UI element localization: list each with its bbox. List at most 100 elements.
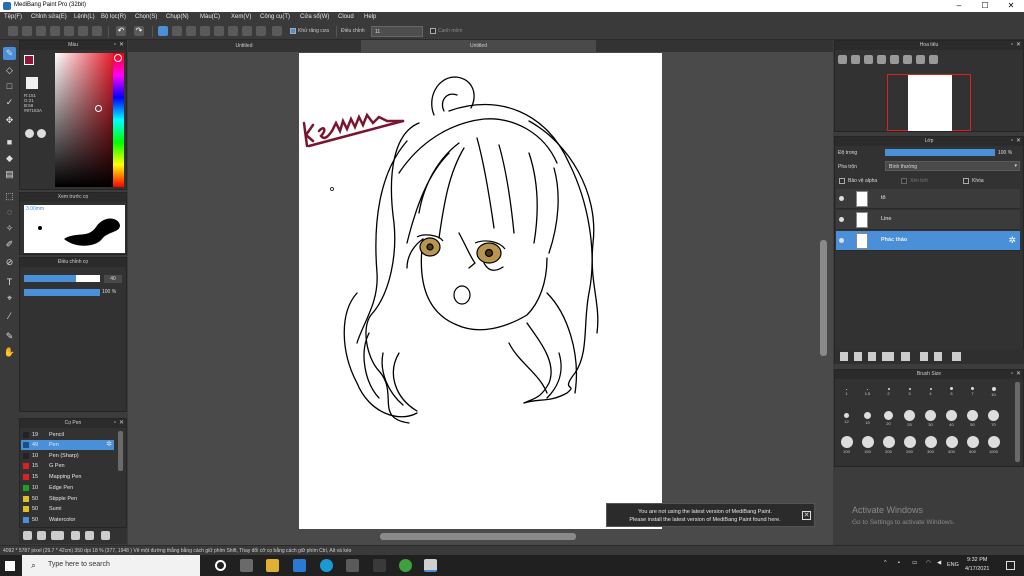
menu-filter[interactable]: Bộ lọc(R)	[101, 14, 126, 20]
float-icon[interactable]: ▫	[1011, 138, 1013, 145]
brush-size-option[interactable]: 1000	[984, 436, 1003, 454]
edge-icon[interactable]	[320, 559, 333, 572]
volume-icon[interactable]: ◀	[937, 560, 941, 566]
menu-help[interactable]: Help	[364, 14, 376, 20]
foreground-color-swatch[interactable]	[24, 55, 34, 65]
brush-size-option[interactable]: 20	[879, 410, 898, 426]
eyedropper-icon[interactable]: ⁄	[3, 310, 16, 323]
brush-size-option[interactable]: 400	[942, 436, 961, 454]
blend-mode-select[interactable]: Bình thường ▾	[885, 161, 1020, 171]
brush-size-option[interactable]: 1.5	[858, 383, 877, 396]
brush-item[interactable]: 50 Stipple Pen	[21, 494, 114, 504]
brush-add-dropdown-icon[interactable]	[51, 531, 64, 540]
menu-color[interactable]: Màu(C)	[200, 14, 220, 20]
check-tool-icon[interactable]: ✓	[3, 96, 16, 109]
gradient-tool-icon[interactable]: ▤	[3, 168, 16, 181]
horizontal-scrollbar[interactable]	[380, 533, 576, 540]
brush-size-option[interactable]: 1	[837, 383, 856, 396]
menu-edit[interactable]: Chỉnh sửa(E)	[31, 14, 67, 20]
menu-tools[interactable]: Công cụ(T)	[260, 14, 290, 20]
add-layer-dropdown-icon[interactable]	[882, 352, 894, 361]
chrome-icon[interactable]	[399, 559, 412, 572]
brush-size-option[interactable]: 4	[921, 383, 940, 396]
eyedropper-2-icon[interactable]: ✎	[3, 330, 16, 343]
close-panel-icon[interactable]: ✕	[1016, 371, 1021, 378]
brush-size-option[interactable]: 300	[921, 436, 940, 454]
file-explorer-icon[interactable]	[266, 559, 279, 572]
open-file-icon[interactable]	[22, 26, 32, 36]
move-tool-icon[interactable]: ✥	[3, 114, 16, 127]
fit-icon[interactable]	[864, 55, 873, 64]
brush-size-option[interactable]: 12	[837, 410, 856, 424]
close-panel-icon[interactable]: ✕	[119, 420, 124, 427]
close-panel-icon[interactable]: ✕	[1016, 138, 1021, 145]
protect-alpha-checkbox[interactable]	[839, 178, 845, 184]
clock-date[interactable]: 4/17/2021	[965, 566, 989, 572]
shape-tool-icon[interactable]: □	[3, 80, 16, 93]
hue-slider-cursor[interactable]	[114, 54, 122, 62]
update-notification[interactable]: You are not using the latest version of …	[606, 503, 815, 527]
maximize-button[interactable]: ☐	[972, 0, 998, 12]
layer-row[interactable]: Line	[836, 210, 1020, 230]
mail-icon[interactable]	[293, 559, 306, 572]
brush-size-option[interactable]: 25	[900, 410, 919, 427]
brush-item[interactable]: 50 Sumi	[21, 504, 114, 514]
save-icon[interactable]	[50, 26, 60, 36]
lasso-tool-icon[interactable]: ◌	[3, 206, 16, 219]
lock-checkbox[interactable]	[963, 178, 969, 184]
brush-size-option[interactable]: 150	[858, 436, 877, 454]
correction-select[interactable]: 11	[371, 26, 423, 37]
eye-icon[interactable]	[839, 217, 844, 222]
brush-size-option[interactable]: 200	[879, 436, 898, 454]
layer-row-selected[interactable]: Phác thảo ✲	[836, 231, 1020, 251]
snap-parallel-icon[interactable]	[172, 26, 182, 36]
magic-wand-icon[interactable]: ✧	[3, 222, 16, 235]
brush-settings-gear-icon[interactable]: ✲	[106, 440, 112, 448]
network-icon[interactable]: ◠	[926, 560, 931, 566]
notification-line-2[interactable]: Please install the latest version of Med…	[607, 517, 803, 523]
brush-size-value[interactable]: 40	[104, 275, 122, 283]
divide-tool-icon[interactable]: ⊘	[3, 256, 16, 269]
transparent-swatch[interactable]	[26, 77, 38, 89]
hue-slider[interactable]	[113, 53, 124, 187]
brush-copy-icon[interactable]	[85, 531, 94, 540]
undo-icon[interactable]: ↶	[116, 26, 126, 36]
antialias-checkbox[interactable]	[290, 28, 296, 34]
snap-soft-checkbox[interactable]	[430, 28, 436, 34]
snap-extra-icon[interactable]	[272, 26, 282, 36]
brush-item[interactable]: 10 Pen (Sharp)	[21, 451, 114, 461]
snap-radial-icon[interactable]	[214, 26, 224, 36]
minimize-button[interactable]: –	[946, 0, 972, 12]
new-file-icon[interactable]	[8, 26, 18, 36]
bucket-tool-icon[interactable]: ◆	[3, 152, 16, 165]
hand-tool-icon[interactable]: ✋	[3, 346, 16, 359]
cloud-icon[interactable]	[36, 26, 46, 36]
menu-window[interactable]: Cửa sổ(W)	[300, 14, 329, 20]
brush-item[interactable]: 19 Pencil	[21, 430, 114, 440]
close-notification-icon[interactable]: ✕	[802, 511, 811, 520]
brush-folder-icon[interactable]	[71, 531, 80, 540]
zoom-reset-icon[interactable]	[877, 55, 886, 64]
text-tool-icon[interactable]: T	[3, 276, 16, 289]
language-indicator[interactable]: ENG	[947, 562, 959, 568]
saturation-value-picker[interactable]	[55, 53, 113, 187]
layer-settings-gear-icon[interactable]: ✲	[1008, 235, 1016, 246]
duplicate-layer-icon[interactable]	[920, 352, 928, 361]
new-8bit-layer-icon[interactable]	[868, 352, 876, 361]
brush-size-option[interactable]: 15	[858, 410, 877, 425]
snap-curve-icon[interactable]	[242, 26, 252, 36]
close-button[interactable]: ✕	[998, 0, 1024, 12]
palette-2-icon[interactable]	[37, 129, 46, 138]
brush-item[interactable]: 50 Watercolor	[21, 515, 114, 525]
snap-settings-icon[interactable]	[256, 26, 266, 36]
drawing-canvas[interactable]	[299, 53, 662, 529]
clipping-checkbox[interactable]	[901, 178, 907, 184]
close-panel-icon[interactable]: ✕	[119, 42, 124, 49]
layer-row[interactable]: tô	[836, 189, 1020, 209]
new-layer-icon[interactable]	[840, 352, 848, 361]
zoom-in-icon[interactable]	[838, 55, 847, 64]
select-tool-icon[interactable]: ⬚	[3, 190, 16, 203]
rotate-reset-icon[interactable]	[929, 55, 938, 64]
medibang-taskbar-icon[interactable]	[424, 559, 437, 572]
float-icon[interactable]: ▫	[1011, 371, 1013, 378]
